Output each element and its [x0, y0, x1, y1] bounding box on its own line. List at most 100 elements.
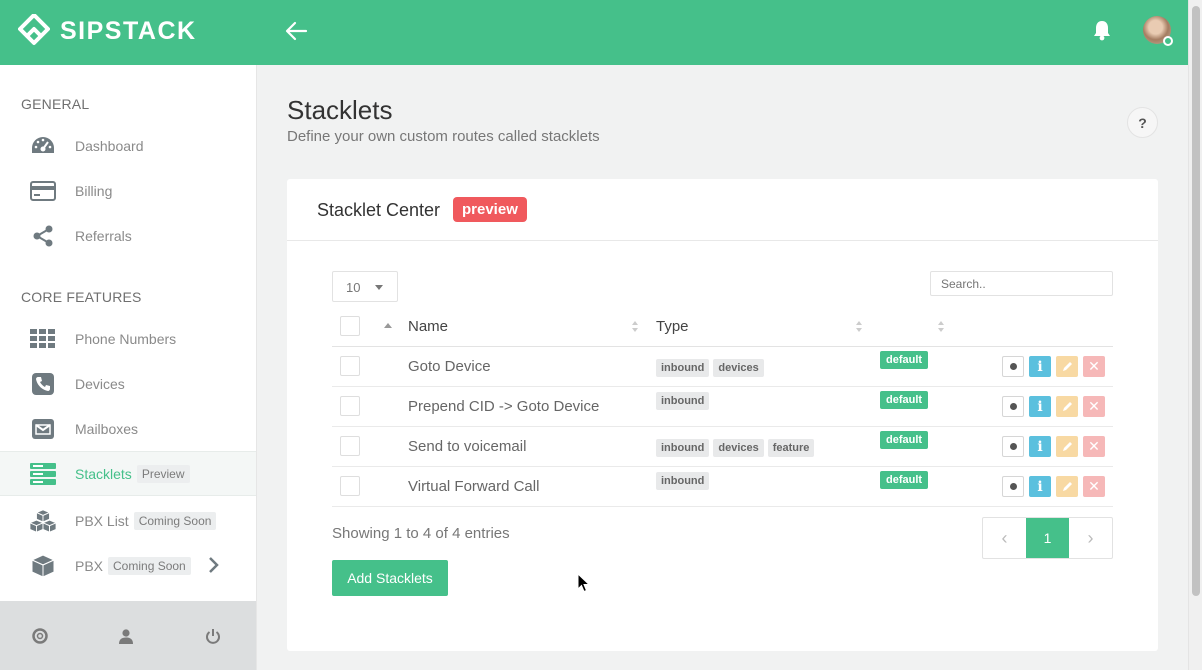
edit-button[interactable] [1056, 436, 1078, 457]
help-button[interactable]: ? [1127, 107, 1158, 138]
type-tag: inbound [656, 472, 710, 490]
sidebar-item-phone-numbers[interactable]: Phone Numbers [0, 316, 256, 361]
sidebar-item-stacklets[interactable]: Stacklets Preview [0, 451, 256, 496]
toggle-button[interactable] [1002, 356, 1024, 377]
table-row: Send to voicemail inbound devices featur… [332, 427, 1113, 467]
previous-page-button[interactable]: ‹ [983, 518, 1026, 558]
cube-icon [29, 553, 57, 578]
row-checkbox[interactable] [340, 396, 360, 416]
stacklet-name[interactable]: Goto Device [408, 358, 491, 375]
share-icon [29, 224, 57, 248]
search-input[interactable] [930, 271, 1113, 296]
card-header: Stacklet Center preview [287, 179, 1158, 241]
delete-button[interactable]: ✕ [1083, 356, 1105, 377]
toggle-button[interactable] [1002, 476, 1024, 497]
info-button[interactable]: i [1029, 476, 1051, 497]
row-checkbox[interactable] [340, 476, 360, 496]
lifebuoy-icon [32, 628, 48, 644]
caret-down-icon [375, 285, 383, 290]
sidebar-item-label: PBX List Coming Soon [75, 511, 217, 530]
sort-icon[interactable] [938, 321, 946, 333]
close-icon: ✕ [1088, 358, 1100, 374]
edit-button[interactable] [1056, 396, 1078, 417]
sort-icon[interactable] [632, 321, 640, 333]
chevron-left-icon: ‹ [1001, 527, 1008, 548]
sidebar-item-text: PBX List [75, 512, 129, 529]
sidebar-item-label: Devices [75, 375, 125, 392]
sidebar-item-devices[interactable]: Devices [0, 361, 256, 406]
user-avatar[interactable] [1143, 16, 1173, 46]
sidebar-item-dashboard[interactable]: Dashboard [0, 123, 256, 168]
stacklet-name[interactable]: Virtual Forward Call [408, 478, 539, 495]
sidebar-footer [0, 601, 256, 670]
sidebar-item-mailboxes[interactable]: Mailboxes [0, 406, 256, 451]
section-title-core-features: CORE FEATURES [21, 289, 142, 305]
chevron-right-icon: › [1087, 527, 1094, 548]
next-page-button[interactable]: › [1069, 518, 1112, 558]
info-button[interactable]: i [1029, 396, 1051, 417]
delete-button[interactable]: ✕ [1083, 476, 1105, 497]
default-badge: default [880, 431, 929, 449]
dot-icon [1009, 363, 1017, 370]
profile-button[interactable] [117, 627, 135, 645]
edit-button[interactable] [1056, 356, 1078, 377]
type-tag: inbound [656, 392, 710, 410]
notifications-button[interactable] [1092, 19, 1112, 46]
page-button[interactable]: 1 [1026, 518, 1069, 558]
add-stacklets-button[interactable]: Add Stacklets [332, 560, 448, 596]
row-checkbox[interactable] [340, 356, 360, 376]
stacklet-name[interactable]: Prepend CID -> Goto Device [408, 398, 599, 415]
delete-button[interactable]: ✕ [1083, 396, 1105, 417]
page-length-value: 10 [346, 280, 361, 295]
server-icon [29, 462, 57, 486]
credit-card-icon [29, 179, 57, 203]
dot-icon [1009, 483, 1017, 490]
sidebar-item-label: Mailboxes [75, 420, 139, 437]
column-type-header[interactable]: Type [656, 318, 689, 335]
top-bar: SIPSTACK [0, 0, 1188, 65]
back-button[interactable] [284, 18, 310, 49]
page-length-select[interactable]: 10 [332, 271, 398, 302]
power-icon [206, 629, 220, 644]
sidebar-item-referrals[interactable]: Referrals [0, 213, 256, 258]
pencil-icon [1063, 361, 1072, 371]
info-icon: i [1037, 438, 1043, 455]
select-all-checkbox[interactable] [340, 316, 360, 336]
support-button[interactable] [31, 627, 49, 645]
logo[interactable]: SIPSTACK [18, 14, 197, 48]
info-icon: i [1037, 358, 1043, 375]
phone-icon [29, 372, 57, 396]
toggle-button[interactable] [1002, 396, 1024, 417]
table-row: Goto Device inbound devices default i ✕ [332, 347, 1113, 387]
info-button[interactable]: i [1029, 436, 1051, 457]
sidebar-item-text: PBX [75, 557, 104, 574]
dot-icon [1009, 403, 1017, 410]
logout-button[interactable] [204, 627, 222, 645]
type-tag: devices [713, 439, 764, 457]
scrollbar-thumb[interactable] [1192, 6, 1200, 596]
delete-button[interactable]: ✕ [1083, 436, 1105, 457]
sidebar-item-label: Stacklets Preview [75, 464, 190, 483]
stacklet-name[interactable]: Send to voicemail [408, 438, 526, 455]
edit-button[interactable] [1056, 476, 1078, 497]
sort-icon[interactable] [856, 321, 864, 333]
coming-soon-tag: Coming Soon [108, 556, 191, 575]
sidebar-item-billing[interactable]: Billing [0, 168, 256, 213]
default-badge: default [880, 391, 929, 409]
row-checkbox[interactable] [340, 436, 360, 456]
sidebar-item-pbx[interactable]: PBX Coming Soon [0, 543, 256, 588]
entries-info: Showing 1 to 4 of 4 entries [332, 525, 510, 542]
stacklet-center-card: Stacklet Center preview 10 Name Type Got… [287, 179, 1158, 651]
info-icon: i [1037, 398, 1043, 415]
info-button[interactable]: i [1029, 356, 1051, 377]
toggle-button[interactable] [1002, 436, 1024, 457]
dot-icon [1009, 443, 1017, 450]
sidebar-item-label: Billing [75, 182, 113, 199]
page-title: Stacklets [287, 95, 393, 125]
default-badge: default [880, 351, 929, 369]
sort-asc-icon[interactable] [384, 323, 392, 328]
page-scrollbar[interactable] [1188, 0, 1202, 670]
pencil-icon [1063, 441, 1072, 451]
sidebar-item-pbx-list[interactable]: PBX List Coming Soon [0, 498, 256, 543]
column-name-header[interactable]: Name [408, 318, 448, 335]
